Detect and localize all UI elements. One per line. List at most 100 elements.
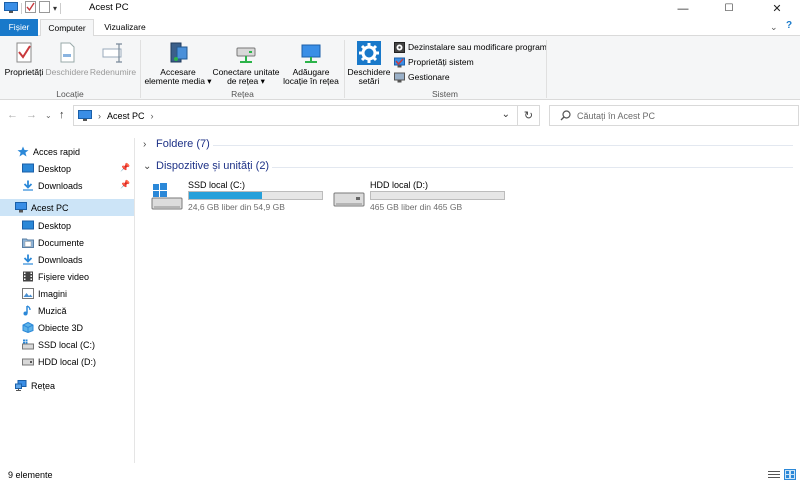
drive-d-free-space: 465 GB liber din 465 GB	[370, 202, 463, 212]
chevron-right-icon: ›	[143, 138, 147, 150]
breadcrumb-separator: ›	[98, 110, 101, 121]
section-divider	[213, 145, 793, 146]
refresh-icon: ↻	[523, 110, 534, 122]
drive-d-usage-bar	[370, 191, 505, 200]
nav-network[interactable]: Rețea	[0, 377, 134, 394]
desktop-icon	[22, 220, 34, 230]
title-bar: ▾ Acest PC — ☐ ✕	[0, 0, 800, 17]
tab-computer[interactable]: Computer	[40, 19, 94, 37]
breadcrumb-this-pc[interactable]: Acest PC	[107, 111, 145, 121]
hard-drive-icon	[22, 358, 34, 366]
nav-quick-access[interactable]: Acces rapid	[0, 143, 134, 160]
rename-label: Redenumire	[89, 67, 137, 77]
uninstall-icon	[394, 41, 405, 53]
nav-ssd-c[interactable]: SSD local (C:)	[0, 336, 134, 353]
nav-documents[interactable]: Documente	[0, 234, 134, 251]
nav-qa-desktop[interactable]: Desktop 📌	[0, 160, 134, 177]
devices-header-label: Dispozitive și unități (2)	[156, 160, 270, 172]
ribbon-tabs: Fișier Computer Vizualizare ⌄ ?	[0, 19, 800, 37]
ribbon: Proprietăți Deschidere Redenumire Locați…	[0, 36, 800, 100]
drive-tile-c[interactable]: SSD local (C:) 24,6 GB liber din 54,9 GB	[148, 178, 328, 214]
desktop-icon	[22, 163, 34, 173]
new-folder-icon[interactable]	[39, 1, 50, 15]
documents-icon	[22, 238, 34, 248]
large-icons-view-icon[interactable]	[784, 469, 796, 482]
nav-this-pc-label: Acest PC	[31, 202, 69, 213]
star-icon	[17, 146, 29, 157]
up-arrow-icon[interactable]: ↑	[59, 109, 65, 121]
map-network-drive-button[interactable]: Conectare unitate de rețea ▾	[210, 40, 282, 86]
details-view-icon[interactable]	[768, 470, 780, 482]
nav-3d-objects[interactable]: Obiecte 3D	[0, 319, 134, 336]
computer-icon	[15, 202, 27, 213]
manage-button[interactable]: Gestionare	[394, 70, 450, 84]
collapse-ribbon-icon[interactable]: ⌄	[770, 22, 778, 33]
chevron-down-icon[interactable]: ▾	[53, 4, 57, 13]
access-media-button[interactable]: Accesare elemente media ▾	[143, 40, 213, 86]
properties-button[interactable]: Proprietăți	[2, 40, 46, 77]
refresh-button[interactable]: ↻	[518, 105, 540, 126]
windows-drive-icon	[22, 339, 34, 350]
nav-desktop-label: Desktop	[38, 220, 72, 231]
maximize-button[interactable]: ☐	[706, 0, 752, 17]
drive-tile-d[interactable]: HDD local (D:) 465 GB liber din 465 GB	[330, 178, 510, 214]
nav-desktop[interactable]: Desktop	[0, 217, 134, 234]
uninstall-program-button[interactable]: Dezinstalare sau modificare program	[394, 40, 547, 54]
download-icon	[23, 180, 33, 191]
download-icon	[23, 254, 33, 265]
pin-icon: 📌	[120, 180, 130, 189]
open-button[interactable]: Deschidere	[45, 40, 89, 77]
search-input[interactable]	[577, 110, 777, 121]
quick-access-toolbar: ▾	[4, 1, 62, 15]
search-icon	[560, 110, 571, 121]
item-count: 9 elemente	[8, 470, 53, 480]
nav-ssd-c-label: SSD local (C:)	[38, 339, 96, 350]
map-drive-label-2: de rețea ▾	[227, 76, 265, 86]
chevron-down-icon: ⌄	[143, 160, 152, 172]
nav-downloads[interactable]: Downloads	[0, 251, 134, 268]
folders-header-label: Foldere (7)	[156, 138, 210, 150]
window-title: Acest PC	[89, 2, 129, 13]
minimize-button[interactable]: —	[660, 0, 706, 17]
nav-pictures[interactable]: Imagini	[0, 285, 134, 302]
nav-music[interactable]: Muzică	[0, 302, 134, 319]
search-box[interactable]	[549, 105, 799, 126]
open-label: Deschidere	[45, 67, 89, 77]
properties-label: Proprietăți	[4, 67, 44, 77]
cube-icon	[22, 322, 34, 333]
devices-section-header[interactable]: ⌄ Dispozitive și unități (2)	[143, 160, 269, 172]
close-button[interactable]: ✕	[754, 0, 800, 17]
nav-videos[interactable]: Fișiere video	[0, 268, 134, 285]
tab-view[interactable]: Vizualizare	[98, 19, 152, 36]
navigation-pane: Acces rapid Desktop 📌 Downloads 📌 Acest …	[0, 138, 135, 463]
system-properties-button[interactable]: Proprietăți sistem	[394, 55, 474, 69]
address-bar[interactable]: › Acest PC › ⌄	[73, 105, 518, 126]
folders-section-header[interactable]: › Foldere (7)	[143, 138, 210, 150]
breadcrumb-separator[interactable]: ›	[151, 111, 154, 121]
rename-button[interactable]: Redenumire	[89, 40, 137, 77]
nav-qa-downloads[interactable]: Downloads 📌	[0, 177, 134, 194]
recent-locations-chevron-icon[interactable]: ⌄	[45, 111, 52, 120]
address-dropdown-chevron-icon[interactable]: ⌄	[502, 109, 510, 120]
open-settings-button[interactable]: Deschidere setări	[345, 40, 393, 86]
back-arrow-icon[interactable]: ←	[7, 109, 18, 121]
music-icon	[23, 305, 31, 316]
help-icon[interactable]: ?	[786, 20, 792, 31]
nav-hdd-d-label: HDD local (D:)	[38, 356, 97, 367]
ribbon-separator	[546, 40, 547, 98]
hard-drive-icon	[333, 192, 365, 207]
add-network-location-button[interactable]: Adăugare locație în rețea	[280, 40, 342, 86]
forward-arrow-icon[interactable]: →	[26, 109, 37, 121]
drive-c-usage-fill	[189, 192, 263, 199]
properties-icon[interactable]	[25, 1, 36, 15]
nav-this-pc[interactable]: Acest PC	[0, 199, 134, 216]
status-bar: 9 elemente	[0, 466, 800, 485]
tab-file[interactable]: Fișier	[0, 19, 38, 36]
drive-c-usage-bar	[188, 191, 323, 200]
computer-icon	[78, 110, 92, 121]
section-divider	[272, 167, 793, 168]
drive-c-free-space: 24,6 GB liber din 54,9 GB	[188, 202, 285, 212]
open-settings-label-2: setări	[358, 76, 380, 86]
pin-icon: 📌	[120, 163, 130, 172]
nav-hdd-d[interactable]: HDD local (D:)	[0, 353, 134, 370]
